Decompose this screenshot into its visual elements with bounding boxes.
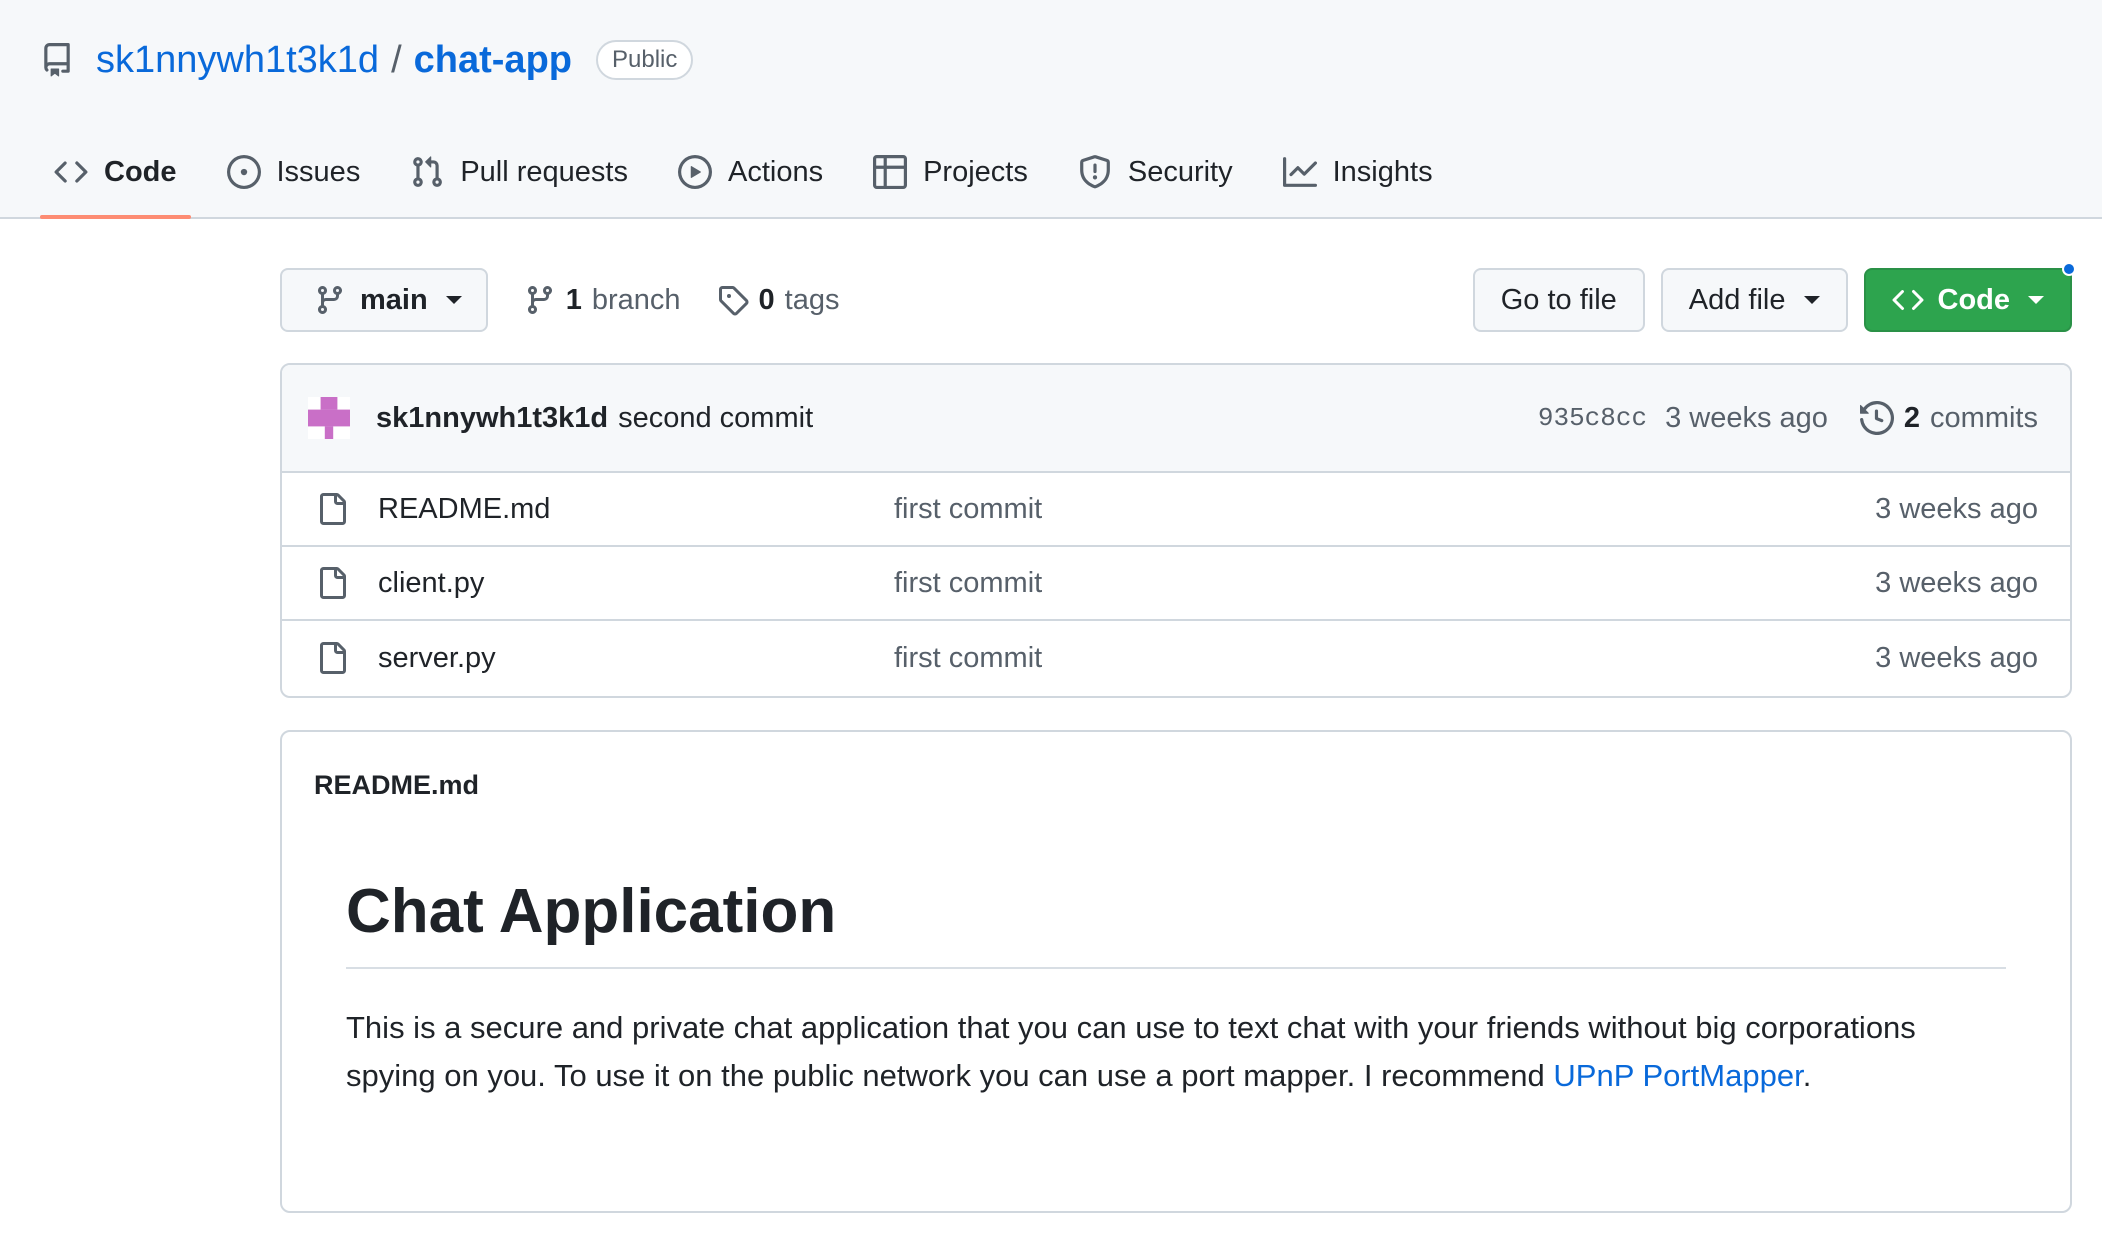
tab-pull-requests[interactable]: Pull requests [396,140,642,204]
file-row-client: client.py first commit 3 weeks ago [282,547,2070,621]
file-list: sk1nnywh1t3k1d second commit 935c8cc 3 w… [280,363,2072,698]
readme-heading: Chat Application [346,876,2006,969]
repo-owner-link[interactable]: sk1nnywh1t3k1d [96,39,379,82]
chevron-down-icon [445,296,462,304]
file-row-readme: README.md first commit 3 weeks ago [282,473,2070,547]
file-name[interactable]: server.py [378,642,894,675]
readme-filename[interactable]: README.md [314,770,479,801]
code-icon [54,161,88,183]
visibility-badge: Public [596,40,694,80]
branch-count: 1 [565,283,582,316]
chevron-down-icon [1803,296,1820,304]
tab-code[interactable]: Code [40,140,191,219]
tab-label: Actions [727,155,824,188]
tab-insights[interactable]: Insights [1269,140,1447,204]
go-to-file-label: Go to file [1500,283,1617,316]
readme-text-end: . [1802,1058,1812,1093]
commit-message[interactable]: second commit [618,402,813,435]
tag-icon [718,286,749,316]
tags-link[interactable]: 0 tags [717,283,840,317]
tab-projects[interactable]: Projects [859,140,1042,204]
upnp-portmapper-link[interactable]: UPnP PortMapper [1553,1058,1802,1093]
branch-select-button[interactable]: main [280,268,488,332]
file-commit-message[interactable]: first commit [894,493,1875,526]
branch-label: branch [591,283,681,316]
commit-author[interactable]: sk1nnywh1t3k1d [376,402,608,435]
chevron-down-icon [2028,296,2044,304]
tab-label: Issues [276,155,361,188]
avatar[interactable] [308,397,350,439]
tab-label: Code [104,155,177,188]
tab-issues[interactable]: Issues [213,140,375,204]
history-icon [1859,401,1894,435]
repo-tabs: Code Issues Pull requests Actions Projec… [40,140,1469,219]
tab-security[interactable]: Security [1064,140,1247,204]
readme-panel: README.md Chat Application This is a sec… [280,730,2072,1213]
repo-icon [40,43,74,77]
go-to-file-button[interactable]: Go to file [1472,268,1645,332]
play-icon [677,155,712,189]
file-toolbar: main 1 branch 0 tags Go to file Add file… [280,262,2076,332]
commit-count-label: commits [1930,401,2038,434]
shield-icon [1079,155,1110,189]
tag-count: 0 [758,283,775,316]
git-branch-icon [317,286,342,315]
add-file-label: Add file [1688,283,1786,316]
tab-actions[interactable]: Actions [664,140,837,204]
file-commit-time: 3 weeks ago [1875,492,2038,525]
tag-label: tags [784,283,840,316]
file-icon [320,642,346,674]
repo-header: sk1nnywh1t3k1d / chat-app Public Code Is… [0,0,2102,219]
file-commit-time: 3 weeks ago [1875,641,2038,674]
code-button-label: Code [1937,283,2011,316]
graph-icon [1282,157,1317,187]
file-name[interactable]: client.py [378,567,894,600]
issue-icon [226,155,261,189]
tab-label: Pull requests [460,155,628,188]
notification-dot [2062,262,2076,276]
branches-link[interactable]: 1 branch [524,284,681,317]
tab-label: Insights [1332,155,1433,188]
commit-time: 3 weeks ago [1665,401,1828,434]
file-icon [320,493,346,525]
readme-paragraph: This is a secure and private chat applic… [346,1004,2006,1100]
commit-count: 2 [1903,401,1921,434]
repo-name-link[interactable]: chat-app [414,39,572,82]
tab-label: Security [1127,155,1233,188]
add-file-button[interactable]: Add file [1660,268,1848,332]
tab-label: Projects [923,155,1028,188]
commits-link[interactable]: 2 commits [1859,401,2038,435]
file-row-server: server.py first commit 3 weeks ago [282,621,2070,695]
repo-separator: / [391,38,402,81]
file-commit-message[interactable]: first commit [894,567,1875,600]
latest-commit-row: sk1nnywh1t3k1d second commit 935c8cc 3 w… [282,365,2070,473]
file-commit-message[interactable]: first commit [894,642,1875,675]
commit-sha[interactable]: 935c8cc [1538,403,1647,433]
code-icon [1892,290,1923,310]
branch-name: main [360,283,428,316]
file-icon [320,567,346,599]
table-icon [873,155,908,189]
git-branch-icon [527,286,552,315]
code-button[interactable]: Code [1863,262,2076,332]
file-commit-time: 3 weeks ago [1875,566,2038,599]
pull-request-icon [413,156,443,187]
file-name[interactable]: README.md [378,493,894,526]
repo-title: sk1nnywh1t3k1d / chat-app Public [40,36,694,84]
